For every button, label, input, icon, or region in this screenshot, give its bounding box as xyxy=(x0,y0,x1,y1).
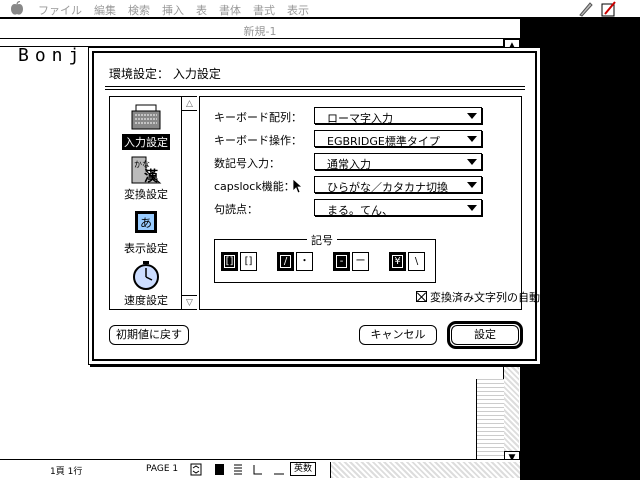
menu-insert[interactable]: 挿入 xyxy=(162,2,184,18)
category-label: 速度設定 xyxy=(124,294,168,307)
auto-confirm-checkbox[interactable]: 変換済み文字列の自動確定 xyxy=(416,289,562,305)
scroll-down-arrow-icon[interactable]: ▽ xyxy=(182,295,197,309)
document-title-bar[interactable]: 新規-1 xyxy=(0,19,520,39)
backslash-option[interactable]: \ xyxy=(408,252,425,271)
preferences-dialog: 環境設定： 入力設定 入力設定 かな 漢 変換設定 あ 表示設定 速度設定 △ … xyxy=(88,47,562,365)
category-speed-settings[interactable]: 速度設定 xyxy=(110,261,182,308)
svg-text:あ: あ xyxy=(140,216,152,230)
pen-icon[interactable] xyxy=(578,1,594,17)
ok-button[interactable]: 設定 xyxy=(451,325,519,345)
popup-arrow-icon xyxy=(467,159,477,165)
page-view-controls[interactable] xyxy=(190,462,290,477)
menu-font[interactable]: 書体 xyxy=(219,2,241,18)
popup-arrow-icon xyxy=(467,182,477,188)
fullwidth-bracket-option[interactable]: [] xyxy=(221,252,238,271)
menu-view[interactable]: 表示 xyxy=(287,2,309,18)
menu-edit[interactable]: 編集 xyxy=(94,2,116,18)
slash-option[interactable]: / xyxy=(277,252,294,271)
auto-confirm-label: 変換済み文字列の自動確定 xyxy=(430,291,562,304)
keyboard-layout-popup[interactable]: ローマ字入力 xyxy=(314,107,482,125)
svg-text:漢: 漢 xyxy=(144,168,159,185)
punctuation-popup[interactable]: まる。てん、 xyxy=(314,199,482,217)
long-dash-option[interactable]: ー xyxy=(352,252,369,271)
status-bar: 1頁 1行 PAGE 1 英数 xyxy=(0,459,520,480)
symbol-group-title: 記号 xyxy=(307,232,337,248)
keyboard-operation-popup[interactable]: EGBRIDGE標準タイプ xyxy=(314,130,482,148)
svg-text:かな: かな xyxy=(134,160,150,169)
category-label: 表示設定 xyxy=(124,242,168,255)
category-list: 入力設定 かな 漢 変換設定 あ 表示設定 速度設定 △ ▽ xyxy=(109,96,197,310)
horizontal-scrollbar[interactable] xyxy=(330,462,520,478)
menu-format[interactable]: 書式 xyxy=(253,2,275,18)
punctuation-label: 句読点： xyxy=(214,203,258,216)
dialog-title: 環境設定： 入力設定 xyxy=(109,67,221,81)
number-symbol-input-popup[interactable]: 通常入力 xyxy=(314,153,482,171)
document-text[interactable]: Bonj xyxy=(18,45,85,66)
cancel-button[interactable]: キャンセル xyxy=(359,325,437,345)
slash-symbol-pair: / ・ xyxy=(277,252,313,271)
apple-menu-icon[interactable] xyxy=(10,1,24,16)
menu-search[interactable]: 検索 xyxy=(128,2,150,18)
category-scrollbar[interactable]: △ ▽ xyxy=(181,97,197,309)
menu-table[interactable]: 表 xyxy=(196,2,207,18)
document-title: 新規-1 xyxy=(243,25,277,38)
popup-arrow-icon xyxy=(467,205,477,211)
number-symbol-input-label: 数記号入力： xyxy=(214,157,280,170)
popup-value: ひらがな／カタカナ切換 xyxy=(327,181,448,194)
popup-arrow-icon xyxy=(467,136,477,142)
reset-defaults-button[interactable]: 初期値に戻す xyxy=(109,325,189,345)
category-display-settings[interactable]: あ 表示設定 xyxy=(110,209,182,256)
bracket-symbol-pair: [] [] xyxy=(221,252,257,271)
keyboard-layout-label: キーボード配列： xyxy=(214,111,302,124)
popup-value: 通常入力 xyxy=(327,158,371,171)
scroll-up-arrow-icon[interactable]: △ xyxy=(182,97,197,111)
mouse-pointer-icon xyxy=(292,178,302,194)
symbol-group: 記号 [] [] / ・ - ー ¥ \ xyxy=(214,232,436,283)
category-conversion-settings[interactable]: かな 漢 変換設定 xyxy=(110,155,182,202)
popup-arrow-icon xyxy=(467,113,477,119)
popup-value: まる。てん、 xyxy=(327,204,393,217)
menu-items: ファイル 編集 検索 挿入 表 書体 書式 表示 xyxy=(38,2,309,18)
popup-value: ローマ字入力 xyxy=(327,112,393,125)
menu-file[interactable]: ファイル xyxy=(38,2,82,18)
title-divider xyxy=(105,86,525,90)
category-input-settings[interactable]: 入力設定 xyxy=(110,103,182,150)
keyboard-operation-label: キーボード操作： xyxy=(214,134,302,147)
yen-symbol-pair: ¥ \ xyxy=(389,252,425,271)
capslock-function-popup[interactable]: ひらがな／カタカナ切換 xyxy=(314,176,482,194)
input-settings-panel: キーボード配列： ローマ字入力 キーボード操作： EGBRIDGE標準タイプ 数… xyxy=(199,96,562,310)
hyphen-option[interactable]: - xyxy=(333,252,350,271)
application-menu-icon[interactable] xyxy=(600,1,618,17)
popup-value: EGBRIDGE標準タイプ xyxy=(327,135,440,148)
capslock-function-label: capslock機能： xyxy=(214,180,295,193)
yen-option[interactable]: ¥ xyxy=(389,252,406,271)
halfwidth-bracket-option[interactable]: [] xyxy=(240,252,257,271)
dash-symbol-pair: - ー xyxy=(333,252,369,271)
page-indicator: PAGE 1 xyxy=(146,464,179,474)
input-mode-button[interactable]: 英数 xyxy=(290,462,317,476)
category-label: 入力設定 xyxy=(122,134,170,150)
checkbox-checked-icon[interactable] xyxy=(416,291,427,302)
keyboard-icon xyxy=(131,104,161,130)
category-label: 変換設定 xyxy=(124,188,168,201)
display-a-icon: あ xyxy=(135,211,157,233)
middle-dot-option[interactable]: ・ xyxy=(296,252,313,271)
stopwatch-icon xyxy=(133,261,159,290)
cursor-position: 1頁 1行 xyxy=(50,467,83,477)
kana-kanji-icon: かな 漢 xyxy=(131,156,162,185)
menu-bar: ファイル 編集 検索 挿入 表 書体 書式 表示 xyxy=(0,0,640,18)
